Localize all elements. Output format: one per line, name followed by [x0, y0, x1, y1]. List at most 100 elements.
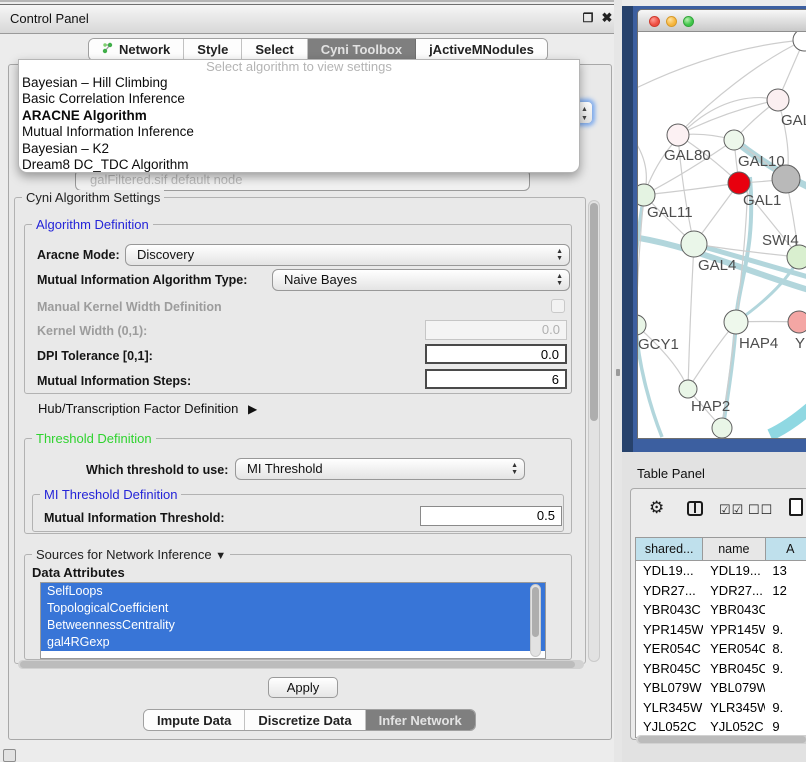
table-row[interactable]: YBR045CYBR045C9.	[636, 659, 806, 679]
network-node[interactable]	[772, 165, 800, 193]
table-row[interactable]: YDL19...YDL19...13	[636, 561, 806, 581]
node-label: SWI4	[762, 232, 799, 249]
mi-threshold-input[interactable]: 0.5	[420, 506, 562, 526]
float-panel-icon[interactable]: ❐	[580, 10, 596, 26]
network-desktop: GALGAL80GAL10GAL1GAL11GAL4SWI4GCY1HAP4YH…	[622, 6, 806, 452]
algorithm-option[interactable]: Bayesian – Hill Climbing	[19, 75, 579, 91]
node-label: GAL	[781, 112, 806, 129]
table-cell	[765, 600, 806, 620]
network-node-gal[interactable]	[767, 89, 789, 111]
data-attribute-item[interactable]: BetweennessCentrality	[41, 617, 545, 634]
tab-infer-network[interactable]: Infer Network	[366, 710, 475, 730]
control-panel-titlebar	[0, 4, 614, 34]
column-header[interactable]: shared...	[636, 538, 703, 560]
settings-horizontal-scrollbar[interactable]	[18, 660, 584, 669]
panel-divider[interactable]	[614, 0, 622, 762]
data-attributes-list[interactable]: SelfLoopsTopologicalCoefficientBetweenne…	[40, 582, 546, 659]
network-node-y[interactable]	[788, 311, 806, 333]
table-row[interactable]: YPR145WYPR145W9.	[636, 620, 806, 640]
network-node-hap2[interactable]	[679, 380, 697, 398]
table-row[interactable]: YBR043CYBR043C	[636, 600, 806, 620]
algorithm-option[interactable]: ARACNE Algorithm	[19, 108, 579, 124]
table-row[interactable]: YLR345WYLR345W9.	[636, 698, 806, 718]
network-node-gal10[interactable]	[724, 130, 744, 150]
settings-vertical-scrollbar[interactable]	[588, 200, 600, 662]
data-attribute-item[interactable]: gal4RGexp	[41, 634, 545, 651]
close-panel-icon[interactable]: ✖	[599, 10, 615, 26]
tab-label: Style	[197, 42, 228, 57]
tab-jactivemnodules[interactable]: jActiveMNodules	[416, 39, 547, 60]
column-header[interactable]: A	[766, 538, 806, 560]
network-node[interactable]	[793, 32, 806, 51]
column-header[interactable]: name	[703, 538, 765, 560]
collapsed-panel-icon[interactable]	[3, 749, 16, 762]
sources-group-title[interactable]: Sources for Network Inference ▼	[32, 547, 230, 562]
mi-threshold-group-title: MI Threshold Definition	[40, 487, 181, 502]
gear-icon[interactable]: ⚙	[649, 499, 664, 517]
network-node-gal1[interactable]	[728, 172, 750, 194]
network-icon	[102, 42, 114, 57]
dpi-tolerance-input[interactable]: 0.0	[425, 344, 567, 364]
kernel-width-input[interactable]: 0.0	[425, 320, 567, 340]
table-cell: 9	[765, 717, 806, 737]
mi-steps-input[interactable]: 6	[425, 369, 567, 389]
table-body: YDL19...YDL19...13YDR27...YDR27...12YBR0…	[636, 561, 806, 737]
table-row[interactable]: YJL052CYJL052C9	[636, 717, 806, 737]
table-row[interactable]: YBL079WYBL079W	[636, 678, 806, 698]
checked-columns-icon[interactable]: ☑☑	[719, 501, 744, 519]
stepper-arrows-icon: ▲▼	[556, 248, 563, 262]
hub-definition-expander[interactable]: Hub/Transcription Factor Definition ▶	[38, 401, 257, 416]
algorithm-list: Bayesian – Hill ClimbingBasic Correlatio…	[19, 75, 579, 173]
which-threshold-value: MI Threshold	[247, 461, 323, 476]
table-row[interactable]: YDR27...YDR27...12	[636, 581, 806, 601]
algorithm-option[interactable]: Dream8 DC_TDC Algorithm	[19, 157, 579, 173]
network-node-gcy1[interactable]	[638, 315, 646, 335]
aracne-mode-label: Aracne Mode:	[37, 248, 120, 262]
table-panel-title: Table Panel	[637, 466, 705, 481]
manual-kernel-checkbox[interactable]	[551, 299, 565, 313]
network-canvas[interactable]: GALGAL80GAL10GAL1GAL11GAL4SWI4GCY1HAP4YH…	[638, 32, 806, 439]
tab-impute-data[interactable]: Impute Data	[144, 710, 245, 730]
network-window-titlebar[interactable]	[638, 10, 806, 32]
tab-cyni-toolbox[interactable]: Cyni Toolbox	[308, 39, 416, 60]
node-label: HAP2	[691, 398, 730, 415]
aracne-mode-value: Discovery	[137, 247, 194, 262]
attributes-vertical-scrollbar[interactable]	[530, 584, 541, 657]
network-node-gal11[interactable]	[638, 184, 655, 206]
table-cell: 9.	[765, 659, 806, 679]
table-horizontal-scrollbar[interactable]	[636, 735, 806, 744]
network-node[interactable]	[712, 418, 732, 438]
table-cell: YBR043C	[636, 600, 703, 620]
network-node-gal80[interactable]	[667, 124, 689, 146]
network-node-gal4[interactable]	[681, 231, 707, 257]
tab-network[interactable]: Network	[89, 39, 184, 60]
tab-discretize-data[interactable]: Discretize Data	[245, 710, 365, 730]
data-attribute-item[interactable]: SelfLoops	[41, 583, 545, 600]
file-icon[interactable]	[789, 498, 803, 516]
table-cell: YLR345W	[703, 698, 765, 718]
apply-button[interactable]: Apply	[268, 677, 338, 698]
aracne-mode-combo[interactable]: Discovery ▲▼	[125, 244, 570, 266]
table-cell	[765, 678, 806, 698]
kernel-width-label: Kernel Width (0,1):	[37, 324, 147, 338]
tab-select[interactable]: Select	[242, 39, 307, 60]
mac-close-button[interactable]	[649, 16, 660, 27]
divider-handle[interactable]	[616, 369, 620, 376]
algorithm-option[interactable]: Bayesian – K2	[19, 141, 579, 157]
network-node-hap4[interactable]	[724, 310, 748, 334]
mi-type-label: Mutual Information Algorithm Type:	[37, 273, 247, 287]
data-attribute-item[interactable]: TopologicalCoefficient	[41, 600, 545, 617]
node-label: HAP4	[739, 335, 778, 352]
algorithm-option[interactable]: Basic Correlation Inference	[19, 91, 579, 107]
tab-style[interactable]: Style	[184, 39, 242, 60]
mi-type-combo[interactable]: Naive Bayes ▲▼	[272, 269, 570, 291]
table-cell: YPR145W	[703, 620, 765, 640]
unchecked-columns-icon[interactable]: ☐☐	[748, 501, 773, 519]
mac-zoom-button[interactable]	[683, 16, 694, 27]
table-row[interactable]: YER054CYER054C8.	[636, 639, 806, 659]
algorithm-option[interactable]: Mutual Information Inference	[19, 124, 579, 140]
which-threshold-combo[interactable]: MI Threshold ▲▼	[235, 458, 525, 480]
mac-minimize-button[interactable]	[666, 16, 677, 27]
column-view-icon[interactable]	[687, 501, 703, 516]
table-cell: YJL052C	[703, 717, 765, 737]
